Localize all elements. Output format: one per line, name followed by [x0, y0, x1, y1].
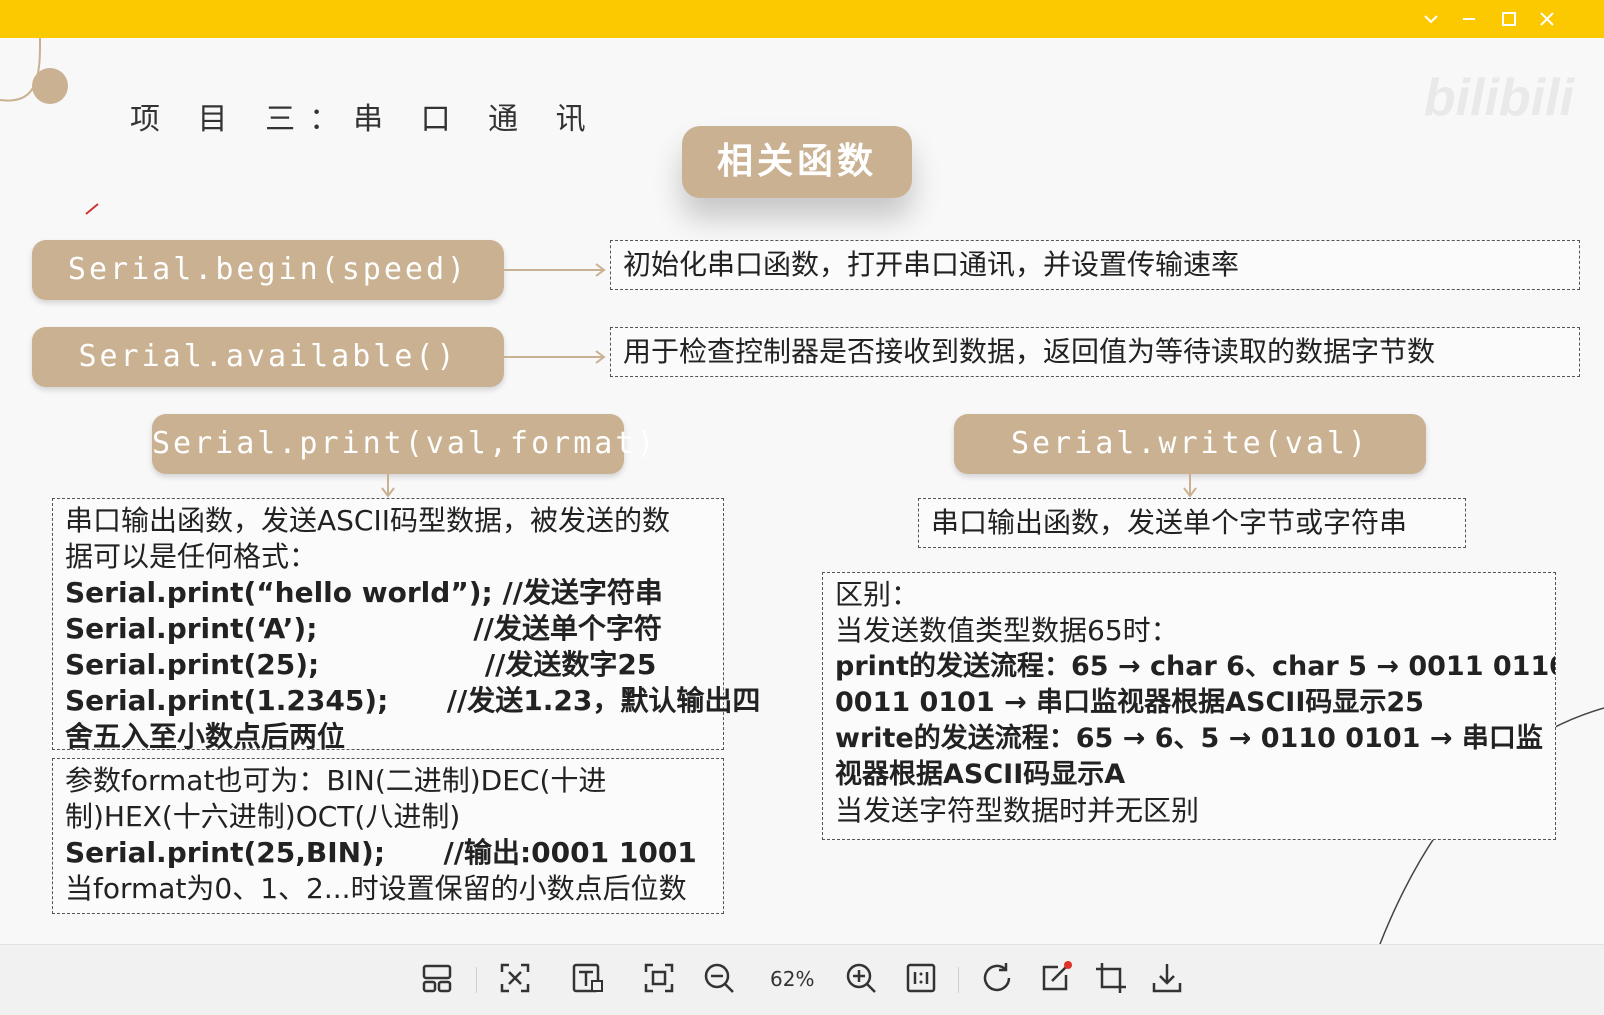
actual-size-icon[interactable]	[902, 959, 940, 997]
arrow-right-icon	[504, 350, 606, 364]
format-description-box: 参数format也可为：BIN(二进制)DEC(十进 制)HEX(十六进制)OC…	[52, 758, 724, 914]
fit-to-window-icon[interactable]	[640, 959, 678, 997]
diff-line: 当发送字符型数据时并无区别	[835, 794, 1200, 827]
write-description-box: 串口输出函数，发送单个字节或字符串	[918, 498, 1466, 548]
arrow-down-icon	[381, 474, 395, 498]
viewer-toolbar: 62%	[0, 944, 1604, 1015]
diff-line: 0011 0101 → 串口监视器根据ASCII码显示25	[835, 687, 1424, 718]
function-pill-begin: Serial.begin(speed)	[32, 240, 504, 300]
toolbar-divider	[958, 967, 959, 993]
watermark: bilibili	[1423, 69, 1574, 127]
crop-icon[interactable]	[1092, 959, 1130, 997]
format-line: 参数format也可为：BIN(二进制)DEC(十进	[65, 764, 607, 797]
edit-icon[interactable]	[1036, 959, 1074, 997]
thumbnail-layout-icon[interactable]	[418, 959, 456, 997]
difference-box: 区别： 当发送数值类型数据65时： print的发送流程：65 → char 6…	[822, 572, 1556, 840]
zoom-out-icon[interactable]	[700, 959, 738, 997]
diff-line: 区别：	[835, 578, 920, 611]
section-header: 相关函数	[682, 126, 912, 198]
close-icon[interactable]	[1536, 8, 1558, 30]
diff-line: 当发送数值类型数据65时：	[835, 614, 1179, 647]
arrow-down-icon	[1183, 474, 1197, 498]
print-line: Serial.print(25); //发送数字25	[65, 648, 657, 681]
diff-line: print的发送流程：65 → char 6、char 5 → 0011 011…	[835, 651, 1556, 682]
diff-line: 视器根据ASCII码显示A	[835, 759, 1126, 790]
diff-line: write的发送流程：65 → 6、5 → 0110 0101 → 串口监	[835, 723, 1543, 754]
format-line: 当format为0、1、2...时设置保留的小数点后位数	[65, 872, 687, 905]
desc-text: 用于检查控制器是否接收到数据，返回值为等待读取的数据字节数	[623, 335, 1436, 368]
print-line: 据可以是任何格式：	[65, 540, 318, 573]
function-desc-available: 用于检查控制器是否接收到数据，返回值为等待读取的数据字节数	[610, 327, 1580, 377]
function-pill-write: Serial.write(val)	[954, 414, 1426, 474]
zoom-level: 62%	[770, 967, 815, 991]
fullscreen-icon[interactable]	[496, 959, 534, 997]
print-description-box: 串口输出函数，发送ASCII码型数据，被发送的数 据可以是任何格式： Seria…	[52, 498, 761, 753]
text-recognition-icon[interactable]	[568, 959, 606, 997]
maximize-icon[interactable]	[1498, 8, 1520, 30]
print-line: 串口输出函数，发送ASCII码型数据，被发送的数	[65, 504, 670, 537]
page-title: 项 目 三：串 口 通 讯	[130, 102, 600, 137]
desc-text: 串口输出函数，发送单个字节或字符串	[931, 506, 1408, 539]
function-desc-begin: 初始化串口函数，打开串口通讯，并设置传输速率	[610, 240, 1580, 290]
print-line: Serial.print(“hello world”); //发送字符串	[65, 576, 663, 609]
format-line: Serial.print(25,BIN); //输出:0001 1001	[65, 836, 697, 869]
zoom-in-icon[interactable]	[842, 959, 880, 997]
function-pill-print: Serial.print(val,format)	[152, 414, 654, 474]
rotate-icon[interactable]	[978, 959, 1016, 997]
download-icon[interactable]	[1148, 959, 1186, 997]
chevron-down-icon[interactable]	[1420, 8, 1442, 30]
print-line: Serial.print(1.2345); //发送1.23，默认输出四	[65, 684, 761, 717]
print-line: Serial.print(‘A’); //发送单个字符	[65, 612, 662, 645]
print-line: 舍五入至小数点后两位	[65, 720, 346, 753]
toolbar-divider	[476, 967, 477, 993]
minimize-icon[interactable]	[1458, 8, 1480, 30]
slide-canvas: 项 目 三：串 口 通 讯 bilibili 相关函数 Serial.begin…	[0, 38, 1604, 944]
function-pill-available: Serial.available()	[32, 327, 504, 387]
desc-text: 初始化串口函数，打开串口通讯，并设置传输速率	[623, 248, 1240, 281]
arrow-right-icon	[504, 263, 606, 277]
window-title-bar	[0, 0, 1604, 38]
format-line: 制)HEX(十六进制)OCT(八进制)	[65, 800, 461, 833]
